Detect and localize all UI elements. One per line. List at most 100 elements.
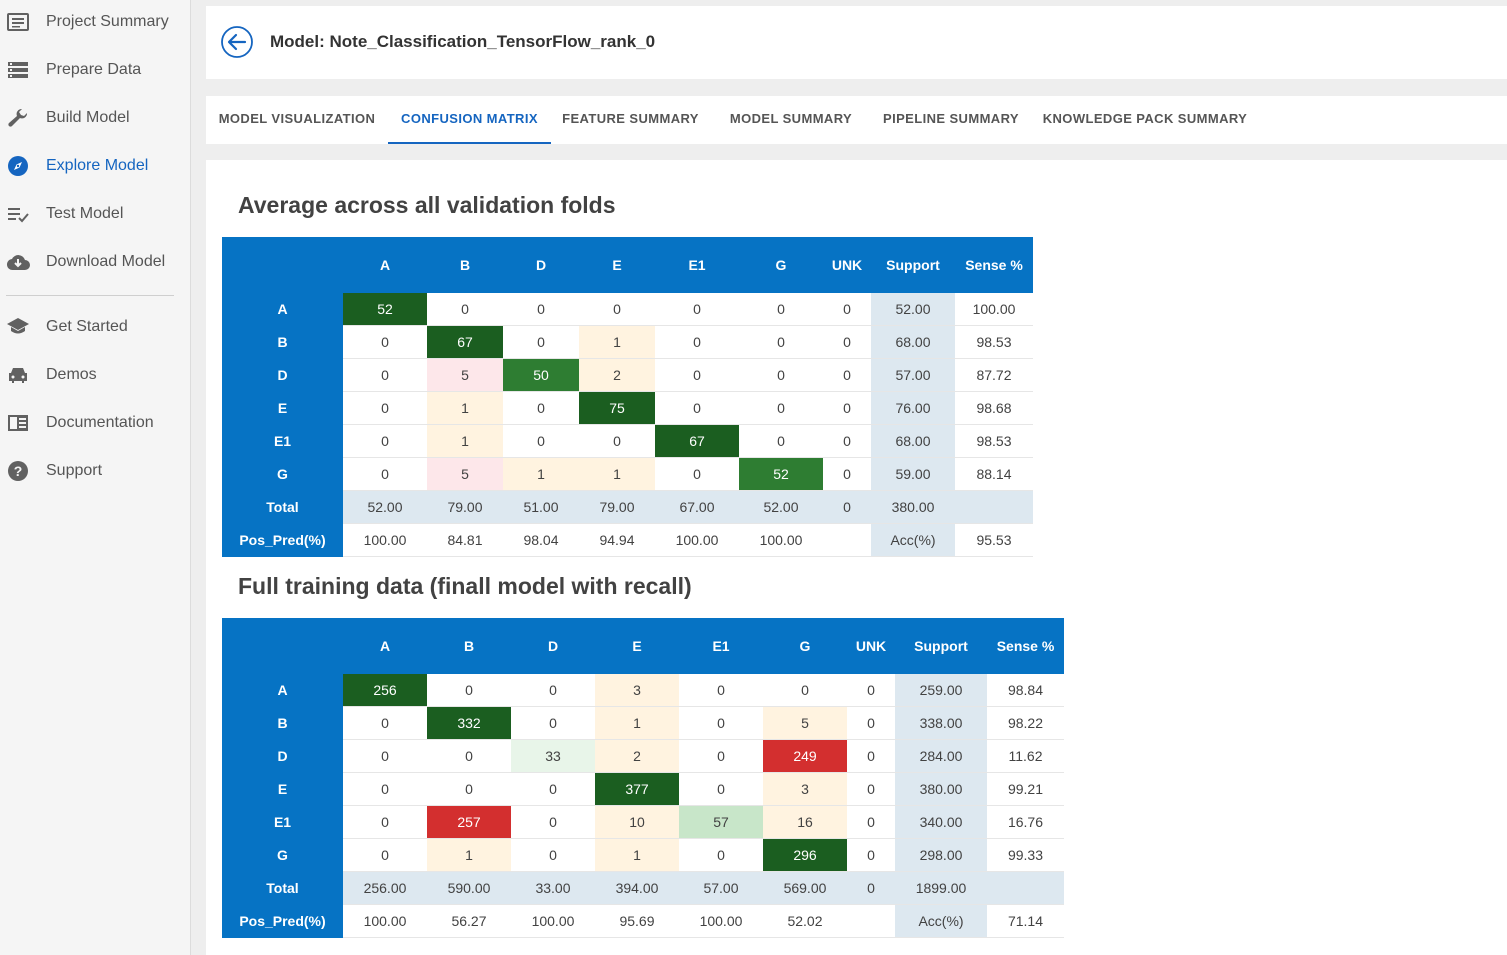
nav-test-model[interactable]: Test Model (0, 194, 190, 234)
matrix-cell: 257 (427, 805, 511, 839)
column-header: UNK (823, 237, 871, 293)
matrix-cell: 50 (503, 358, 579, 392)
matrix-cell: 0 (823, 391, 871, 425)
pos-pred-cell: 100.00 (343, 523, 427, 557)
support-cell: 68.00 (871, 325, 955, 359)
row-label: A (222, 293, 343, 326)
matrix-cell: 0 (503, 391, 579, 425)
matrix-title-validation: Average across all validation folds (238, 192, 616, 218)
sense-cell: 98.53 (955, 325, 1033, 359)
matrix-cell: 0 (579, 424, 655, 458)
nav-project-summary[interactable]: Project Summary (0, 2, 190, 42)
pos-pred-cell (823, 523, 871, 557)
column-header: B (427, 237, 503, 293)
matrix-cell: 3 (595, 674, 679, 707)
storage-icon (6, 58, 30, 82)
tab-bar: MODEL VISUALIZATION CONFUSION MATRIX FEA… (206, 96, 1507, 144)
pos-pred-cell: 94.94 (579, 523, 655, 557)
sense-cell: 98.53 (955, 424, 1033, 458)
column-header: B (427, 618, 511, 674)
matrix-cell: 0 (343, 772, 427, 806)
tab-pipeline-summary[interactable]: PIPELINE SUMMARY (872, 96, 1030, 144)
nav-demos[interactable]: Demos (0, 355, 190, 395)
nav-label: Build Model (46, 109, 130, 126)
matrix-row: B 0 332 0 1 0 5 0 338.00 98.22 (222, 706, 1064, 740)
cloud-download-icon (6, 250, 30, 274)
matrix-row: E1 0 257 0 10 57 16 0 340.00 16.76 (222, 805, 1064, 839)
page-title: Model: Note_Classification_TensorFlow_ra… (270, 32, 656, 51)
matrix-row: B 0 67 0 1 0 0 0 68.00 98.53 (222, 325, 1033, 359)
matrix-cell: 5 (427, 358, 503, 392)
matrix-cell: 0 (343, 358, 427, 392)
matrix-cell: 0 (343, 706, 427, 740)
matrix-cell: 1 (503, 457, 579, 491)
matrix-cell: 0 (655, 457, 739, 491)
nav-label: Test Model (46, 205, 124, 222)
pos-pred-cell: 52.02 (763, 904, 847, 938)
matrix-cell: 0 (679, 838, 763, 872)
matrix-cell: 0 (847, 838, 895, 872)
matrix-cell: 0 (823, 293, 871, 326)
nav-build-model[interactable]: Build Model (0, 98, 190, 138)
matrix-cell: 0 (739, 424, 823, 458)
nav-documentation[interactable]: Documentation (0, 403, 190, 443)
nav-support[interactable]: ? Support (0, 451, 190, 491)
row-label: D (222, 739, 343, 773)
support-cell: 298.00 (895, 838, 987, 872)
tab-feature-summary[interactable]: FEATURE SUMMARY (551, 96, 710, 144)
column-header: Support (895, 618, 987, 674)
matrix-cell: 1 (427, 391, 503, 425)
matrix-row: G 0 5 1 1 0 52 0 59.00 88.14 (222, 457, 1033, 491)
matrix-cell: 2 (579, 358, 655, 392)
nav-label: Download Model (46, 253, 166, 270)
matrix-cell: 0 (823, 424, 871, 458)
nav-label: Support (46, 462, 103, 479)
matrix-cell: 0 (343, 424, 427, 458)
matrix-cell: 1 (427, 838, 511, 872)
row-label: D (222, 358, 343, 392)
sense-cell: 87.72 (955, 358, 1033, 392)
pos-pred-cell: 100.00 (343, 904, 427, 938)
support-cell: 340.00 (895, 805, 987, 839)
column-header: E (579, 237, 655, 293)
matrix-cell: 0 (427, 293, 503, 326)
tab-model-visualization[interactable]: MODEL VISUALIZATION (206, 96, 388, 144)
matrix-cell: 296 (763, 838, 847, 872)
row-label: Total (222, 871, 343, 905)
tab-model-summary[interactable]: MODEL SUMMARY (710, 96, 872, 144)
row-label: B (222, 706, 343, 740)
matrix-cell: 3 (763, 772, 847, 806)
matrix-cell: 0 (739, 325, 823, 359)
column-header: A (343, 618, 427, 674)
column-header: D (503, 237, 579, 293)
row-label: Pos_Pred(%) (222, 523, 343, 557)
nav-explore-model[interactable]: Explore Model (0, 146, 190, 186)
matrix-cell: 1 (427, 424, 503, 458)
matrix-cell: 0 (823, 358, 871, 392)
nav-prepare-data[interactable]: Prepare Data (0, 50, 190, 90)
nav-get-started[interactable]: Get Started (0, 307, 190, 347)
nav-download-model[interactable]: Download Model (0, 242, 190, 282)
wrench-icon (6, 106, 30, 130)
sense-cell: 98.22 (987, 706, 1064, 740)
total-cell: 79.00 (579, 490, 655, 524)
column-header: A (343, 237, 427, 293)
arrow-left-icon (221, 26, 253, 58)
column-header: E (595, 618, 679, 674)
matrix-cell: 0 (511, 805, 595, 839)
support-cell: 284.00 (895, 739, 987, 773)
matrix-cell: 0 (655, 325, 739, 359)
tab-knowledge-pack-summary[interactable]: KNOWLEDGE PACK SUMMARY (1030, 96, 1260, 144)
total-cell: 33.00 (511, 871, 595, 905)
compass-icon (6, 154, 30, 178)
matrix-row: G 0 1 0 1 0 296 0 298.00 99.33 (222, 838, 1064, 872)
row-label: E1 (222, 805, 343, 839)
back-button[interactable] (221, 26, 253, 58)
matrix-cell: 0 (503, 424, 579, 458)
corner-cell (222, 618, 343, 674)
sense-cell: 99.21 (987, 772, 1064, 806)
sense-cell: 16.76 (987, 805, 1064, 839)
car-icon (6, 363, 30, 387)
tab-confusion-matrix[interactable]: CONFUSION MATRIX (388, 96, 551, 144)
pos-pred-cell: 98.04 (503, 523, 579, 557)
